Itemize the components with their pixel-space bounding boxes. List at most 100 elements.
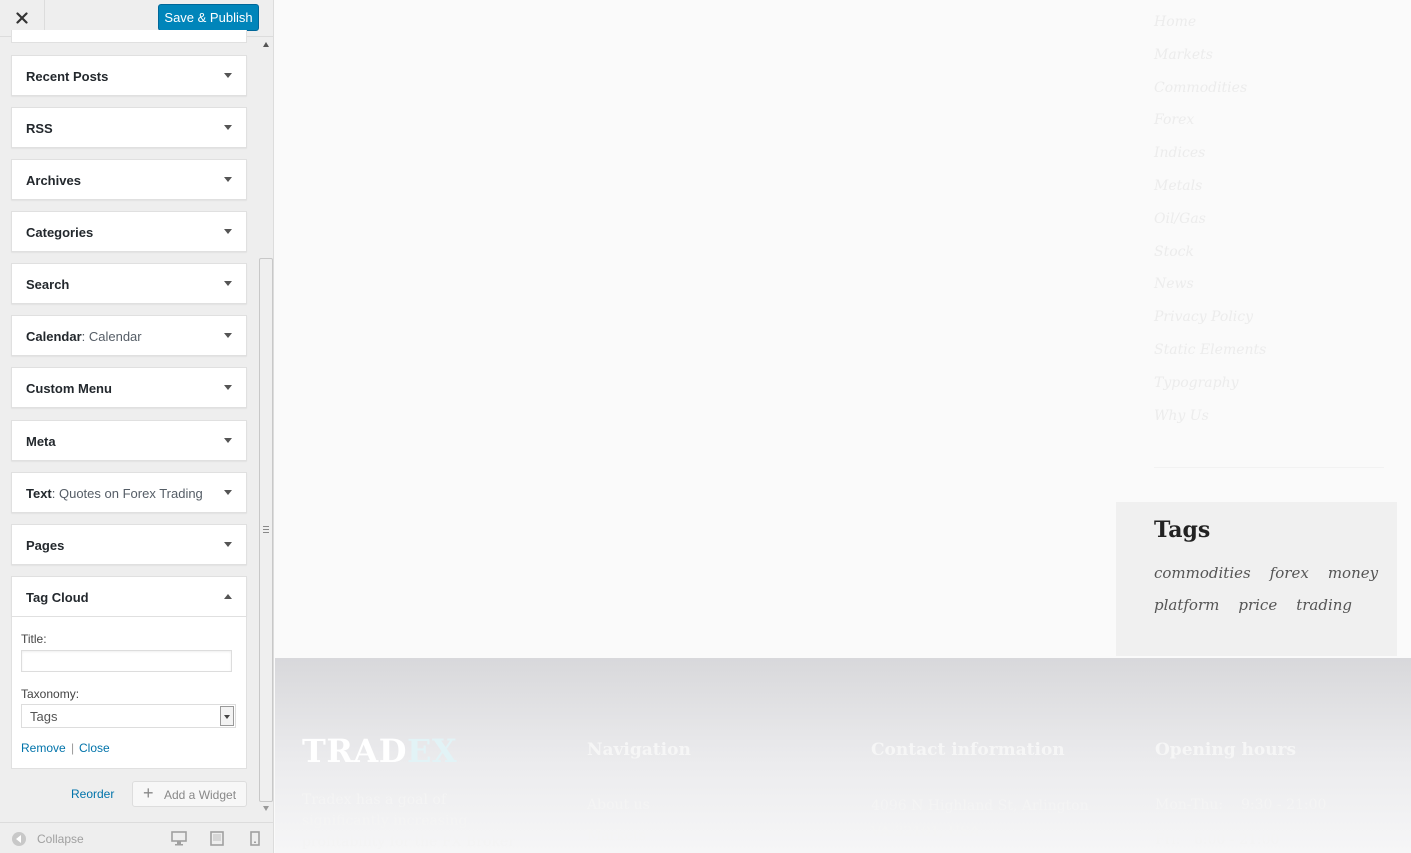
nav-link-metals[interactable]: Metals: [1154, 176, 1266, 209]
reorder-link[interactable]: Reorder: [71, 787, 114, 801]
taxonomy-select[interactable]: Tags: [21, 704, 236, 728]
tag-cloud-widget: Tags commodities forex money platform pr…: [1116, 502, 1397, 656]
scroll-up-arrow-icon[interactable]: [263, 42, 269, 47]
hours-time: 6:00 - 21:00: [1194, 832, 1280, 848]
widget-search[interactable]: Search: [11, 263, 247, 304]
widget-rss[interactable]: RSS: [11, 107, 247, 148]
expand-arrow-icon[interactable]: [224, 73, 232, 78]
footer-nav-link[interactable]: Markets: [587, 828, 646, 844]
nav-link-stock[interactable]: Stock: [1154, 242, 1266, 275]
remove-widget-link[interactable]: Remove: [21, 741, 66, 755]
save-publish-button[interactable]: Save & Publish: [158, 4, 259, 31]
nav-link-privacy-policy[interactable]: Privacy Policy: [1154, 307, 1266, 340]
widget-pages[interactable]: Pages: [11, 524, 247, 565]
nav-link-news[interactable]: News: [1154, 274, 1266, 307]
nav-link-static-elements[interactable]: Static Elements: [1154, 340, 1266, 373]
widget-title: Categories: [26, 225, 94, 240]
add-widget-button[interactable]: + Add a Widget: [132, 781, 247, 807]
site-footer: TRADEX Tradex has a goal of significantl…: [275, 658, 1411, 853]
tag-link[interactable]: price: [1238, 594, 1277, 616]
widget-title: Custom Menu: [26, 381, 112, 396]
collapse-icon[interactable]: [12, 832, 26, 846]
nav-link-home[interactable]: Home: [1154, 12, 1266, 45]
dropdown-arrow-icon[interactable]: [220, 706, 234, 726]
widget-calendar[interactable]: Calendar: Calendar: [11, 315, 247, 356]
widget-recent-posts[interactable]: Recent Posts: [11, 55, 247, 96]
contact-heading: Contact information: [871, 740, 1065, 760]
hours-day: Fri:: [1155, 832, 1181, 848]
nav-link-typography[interactable]: Typography: [1154, 373, 1266, 406]
widget-meta[interactable]: Meta: [11, 420, 247, 461]
nav-link-oil-gas[interactable]: Oil/Gas: [1154, 209, 1266, 242]
divider: [1154, 467, 1384, 468]
tag-link[interactable]: trading: [1296, 594, 1352, 616]
expand-arrow-icon[interactable]: [224, 542, 232, 547]
footer-nav-link[interactable]: About us: [587, 797, 650, 813]
add-widget-label: Add a Widget: [164, 788, 237, 802]
nav-link-markets[interactable]: Markets: [1154, 45, 1266, 78]
expand-arrow-icon[interactable]: [224, 125, 232, 130]
widget-title: Pages: [26, 538, 65, 553]
nav-link-why-us[interactable]: Why Us: [1154, 406, 1266, 439]
title-input[interactable]: [21, 650, 232, 672]
tablet-icon[interactable]: [210, 831, 224, 846]
scroll-down-arrow-icon[interactable]: [263, 806, 269, 811]
widget-title: Tag Cloud: [26, 590, 89, 605]
tag-list: commodities forex money platform price t…: [1154, 562, 1384, 616]
brand-logo[interactable]: TRADEX: [302, 732, 457, 770]
nav-link-commodities[interactable]: Commodities: [1154, 78, 1266, 111]
taxonomy-selected-value: Tags: [30, 709, 58, 724]
close-widget-link[interactable]: Close: [79, 741, 110, 755]
link-separator: |: [71, 741, 75, 755]
collapse-button[interactable]: Collapse: [37, 832, 84, 846]
tags-heading: Tags: [1154, 517, 1211, 543]
tag-cloud-form: Title: Taxonomy: Tags Remove | Close: [11, 617, 247, 769]
expand-arrow-icon[interactable]: [224, 177, 232, 182]
expand-arrow-icon[interactable]: [224, 490, 232, 495]
site-preview: Home Markets Commodities Forex Indices M…: [274, 0, 1411, 853]
title-label: Title:: [21, 632, 47, 646]
taxonomy-label: Taxonomy:: [21, 687, 80, 701]
widget-partial: [11, 30, 247, 43]
mobile-icon[interactable]: [250, 831, 260, 846]
widget-title: Search: [26, 277, 70, 292]
widget-categories[interactable]: Categories: [11, 211, 247, 252]
widget-title: Meta: [26, 434, 56, 449]
tag-link[interactable]: commodities: [1154, 562, 1251, 584]
widget-title: Calendar: Calendar: [26, 329, 142, 344]
hours-day: Mon-Thu:: [1155, 797, 1224, 813]
scrollbar-grip-icon: [263, 526, 269, 533]
nav-link-indices[interactable]: Indices: [1154, 143, 1266, 176]
plus-icon: +: [143, 783, 154, 803]
customizer-footer: Collapse: [0, 822, 273, 853]
widget-custom-menu[interactable]: Custom Menu: [11, 367, 247, 408]
about-text: Tradex has a goal of significantly incre…: [302, 792, 515, 850]
widget-archives[interactable]: Archives: [11, 159, 247, 200]
navigation-heading: Navigation: [587, 740, 691, 760]
widget-title: Archives: [26, 173, 81, 188]
contact-address-line: 4096 N Highland St, Arlington: [871, 798, 1089, 814]
widget-text[interactable]: Text: Quotes on Forex Trading: [11, 472, 247, 513]
hours-time: 9:30 - 21:00: [1241, 797, 1327, 813]
widget-title: Recent Posts: [26, 69, 109, 84]
hours-heading: Opening hours: [1155, 740, 1297, 760]
widget-tag-cloud[interactable]: Tag Cloud: [11, 576, 247, 617]
desktop-icon[interactable]: [171, 831, 187, 846]
tag-link[interactable]: platform: [1154, 594, 1219, 616]
nav-link-forex[interactable]: Forex: [1154, 110, 1266, 143]
scrollbar-thumb[interactable]: [259, 258, 273, 802]
expand-arrow-icon[interactable]: [224, 438, 232, 443]
expand-arrow-icon[interactable]: [224, 385, 232, 390]
tag-link[interactable]: money: [1328, 562, 1378, 584]
collapse-arrow-icon[interactable]: [224, 594, 232, 599]
expand-arrow-icon[interactable]: [224, 333, 232, 338]
close-icon: [16, 12, 28, 24]
expand-arrow-icon[interactable]: [224, 229, 232, 234]
expand-arrow-icon[interactable]: [224, 281, 232, 286]
widget-title: Text: Quotes on Forex Trading: [26, 486, 203, 501]
contact-address-line: VA 32101, USA: [871, 824, 980, 840]
customizer-panel: Save & Publish Recent Posts RSS Archives…: [0, 0, 274, 853]
page-list: Home Markets Commodities Forex Indices M…: [1154, 12, 1266, 438]
tag-link[interactable]: forex: [1270, 562, 1309, 584]
widget-title: RSS: [26, 121, 53, 136]
